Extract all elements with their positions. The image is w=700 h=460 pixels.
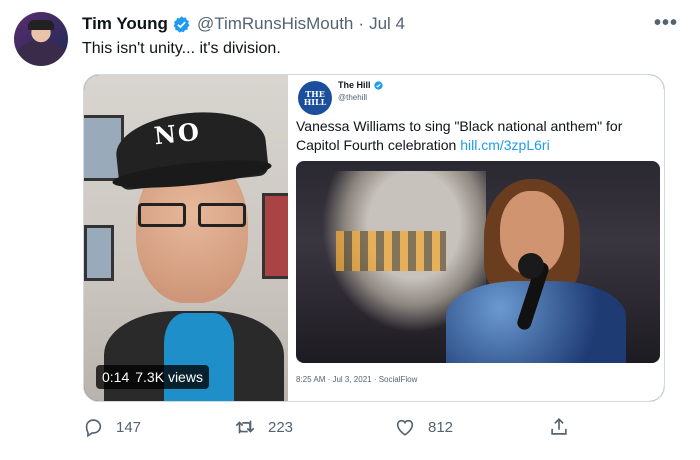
like-button[interactable]: 812 <box>394 412 453 442</box>
quoted-meta: 8:25 AM · Jul 3, 2021 · SocialFlow <box>296 375 418 384</box>
wall-frame <box>84 225 114 281</box>
microphone-head <box>518 253 544 279</box>
author-name[interactable]: Tim Young <box>82 14 168 34</box>
heart-icon <box>396 419 414 436</box>
quoted-author-handle: @thehill <box>338 93 368 102</box>
quoted-verified-icon <box>373 80 383 90</box>
quoted-author-label: The Hill <box>338 80 371 90</box>
retweet-icon <box>235 420 255 434</box>
tweet-media[interactable]: NO 0:14 7.3K views THE HILL The Hill @th… <box>83 74 665 402</box>
the-hill-logo: THE HILL <box>298 81 332 115</box>
speaker-glasses <box>138 203 258 227</box>
share-button[interactable] <box>548 412 570 442</box>
video-duration: 0:14 <box>102 369 130 385</box>
video-badge: 0:14 7.3K views <box>96 365 209 389</box>
share-icon <box>551 418 567 435</box>
tweet-actions: 147 223 812 <box>82 412 602 442</box>
quoted-tweet-screenshot[interactable]: THE HILL The Hill @thehill Vanessa Willi… <box>288 75 664 401</box>
quoted-author-name: The Hill <box>338 80 383 90</box>
cap-text: NO <box>152 116 203 151</box>
tweet-text: This isn't unity... it's division. <box>82 40 281 57</box>
author-avatar[interactable] <box>14 12 68 66</box>
reply-button[interactable]: 147 <box>82 412 141 442</box>
retweet-button[interactable]: 223 <box>234 412 293 442</box>
reply-count: 147 <box>116 418 142 436</box>
reply-icon <box>85 419 102 438</box>
capitol-lights <box>336 231 446 271</box>
like-count: 812 <box>428 418 454 436</box>
quoted-link[interactable]: hill.cm/3zpL6ri <box>460 137 549 153</box>
verified-badge-icon <box>173 15 190 33</box>
tweet-header: Tim Young @TimRunsHisMouth · Jul 4 <box>82 14 405 34</box>
header-separator: · <box>358 14 365 33</box>
author-handle[interactable]: @TimRunsHisMouth <box>197 14 353 34</box>
quoted-image <box>296 161 660 363</box>
quoted-text: Vanessa Williams to sing "Black national… <box>296 117 656 155</box>
video-views: 7.3K views <box>135 369 203 385</box>
more-options-icon[interactable]: ••• <box>654 12 678 35</box>
wall-frame <box>262 193 288 279</box>
video-player[interactable]: NO 0:14 7.3K views <box>84 75 288 401</box>
retweet-count: 223 <box>268 418 294 436</box>
tweet-date[interactable]: Jul 4 <box>369 14 405 34</box>
